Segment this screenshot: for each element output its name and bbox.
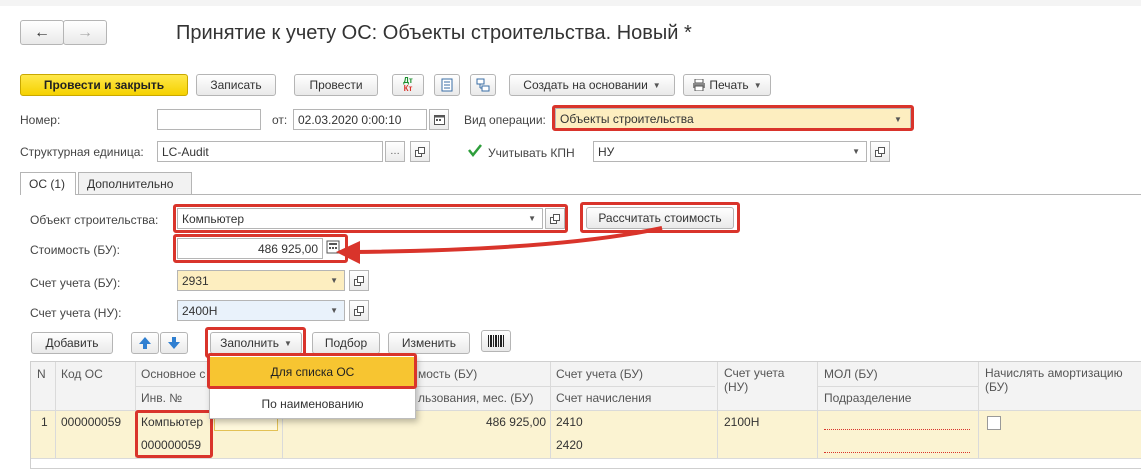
row-mol-required[interactable]	[824, 429, 970, 430]
row-cost[interactable]: 486 925,00	[470, 415, 546, 429]
add-row-button[interactable]: Добавить	[31, 332, 113, 354]
table-divider	[31, 458, 1141, 459]
move-up-button[interactable]	[131, 332, 159, 354]
fill-menu-item-for-os-list[interactable]: Для списка ОС	[210, 357, 415, 386]
col-amortization: Начислять амортизацию (БУ)	[985, 366, 1123, 394]
col-account-nu: Счет учета (НУ)	[724, 366, 785, 394]
open-icon	[354, 275, 364, 286]
col-department: Подразделение	[824, 391, 912, 405]
move-down-button[interactable]	[160, 332, 188, 354]
fill-menu-item-by-name[interactable]: По наименованию	[210, 391, 415, 417]
table-divider	[31, 410, 1141, 411]
fill-dropdown[interactable]: Заполнить ▼	[210, 332, 302, 354]
table-col-divider	[717, 362, 718, 458]
change-button[interactable]: Изменить	[388, 332, 470, 354]
row-inv[interactable]: 000000059	[141, 438, 201, 452]
table-col-divider	[135, 362, 136, 458]
row-n: 1	[41, 415, 48, 429]
chevron-down-icon: ▼	[330, 306, 338, 315]
row-account-charge[interactable]: 2420	[556, 438, 583, 452]
chevron-down-icon: ▼	[330, 276, 338, 285]
col-main-asset: Основное с	[141, 367, 206, 381]
row-dept-required[interactable]	[824, 452, 970, 453]
col-inv: Инв. №	[141, 391, 183, 405]
account-bu-label: Счет учета (БУ):	[30, 276, 121, 290]
row-account-bu[interactable]: 2410	[556, 415, 583, 429]
open-icon	[354, 305, 364, 316]
account-bu-input[interactable]: 2931 ▼	[177, 270, 345, 291]
barcode-button[interactable]	[481, 330, 511, 352]
col-n: N	[37, 367, 46, 381]
table-col-divider	[978, 362, 979, 458]
col-cost: мость (БУ)	[418, 367, 478, 381]
col-term: льзования, мес. (БУ)	[418, 391, 534, 405]
col-code: Код ОС	[61, 367, 103, 381]
fill-label: Заполнить	[220, 336, 279, 350]
table-col-divider	[817, 362, 818, 458]
col-account-charge: Счет начисления	[556, 391, 652, 405]
account-bu-open-button[interactable]	[349, 270, 369, 291]
table-subheader-divider	[818, 386, 978, 387]
barcode-icon	[488, 335, 504, 347]
row-account-nu[interactable]: 2100Н	[724, 415, 759, 429]
table-col-divider	[550, 362, 551, 458]
chevron-down-icon: ▼	[284, 338, 292, 348]
account-nu-open-button[interactable]	[349, 300, 369, 321]
account-nu-value: 2400Н	[182, 303, 218, 318]
row-code[interactable]: 000000059	[61, 415, 121, 429]
account-nu-label: Счет учета (НУ):	[30, 306, 122, 320]
account-nu-input[interactable]: 2400Н ▼	[177, 300, 345, 321]
fill-menu-item-label: По наименованию	[261, 397, 364, 411]
select-button[interactable]: Подбор	[312, 332, 380, 354]
account-bu-value: 2931	[182, 273, 209, 288]
fill-menu-item-label: Для списка ОС	[270, 364, 355, 379]
col-mol: МОЛ (БУ)	[824, 367, 878, 381]
row-amortization-checkbox[interactable]	[987, 416, 1001, 430]
arrow-down-icon	[168, 337, 180, 349]
table-col-divider	[55, 362, 56, 458]
col-account-bu: Счет учета (БУ)	[556, 367, 643, 381]
arrow-up-icon	[139, 337, 151, 349]
row-name[interactable]: Компьютер	[141, 415, 203, 429]
